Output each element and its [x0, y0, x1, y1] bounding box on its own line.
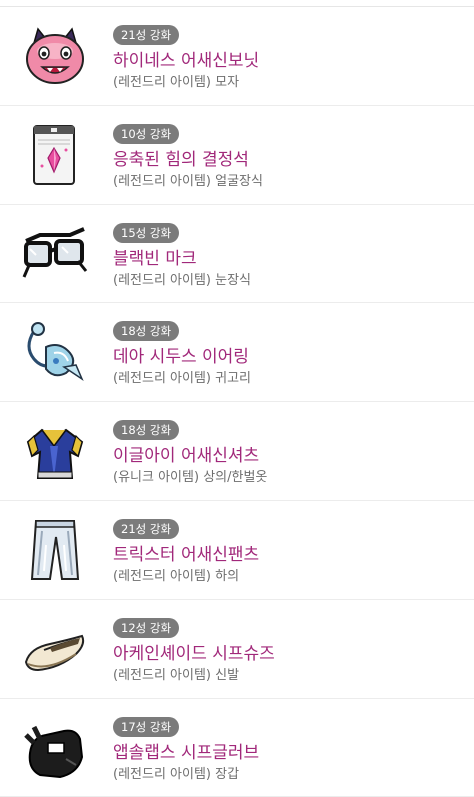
item-name[interactable]: 앱솔랩스 시프글러브 — [113, 743, 466, 763]
item-meta: (레전드리 아이템) 하의 — [113, 568, 466, 585]
item-slot: 하의 — [215, 568, 240, 584]
equipment-list: 21성 강화 하이네스 어새신보닛 (레전드리 아이템) 모자 10성 강화 응… — [0, 7, 474, 797]
enhance-badge: 17성 강화 — [113, 716, 180, 737]
item-meta: (레전드리 아이템) 얼굴장식 — [113, 173, 466, 190]
pink-slime-hat-icon — [20, 21, 90, 91]
enhance-badge: 10성 강화 — [113, 123, 180, 144]
enhance-badge: 12성 강화 — [113, 617, 180, 638]
shirt-icon — [20, 416, 90, 486]
enhance-badge: 21성 강화 — [113, 25, 180, 45]
enhance-badge: 18성 강화 — [113, 321, 180, 342]
list-item[interactable]: 21성 강화 트릭스터 어새신팬츠 (레전드리 아이템) 하의 — [0, 501, 474, 600]
list-item[interactable]: 12성 강화 아케인셰이드 시프슈즈 (레전드리 아이템) 신발 — [0, 600, 474, 699]
item-name[interactable]: 이글아이 어새신셔츠 — [113, 446, 466, 466]
item-name[interactable]: 하이네스 어새신보닛 — [113, 51, 466, 71]
item-meta: (레전드리 아이템) 모자 — [113, 74, 466, 91]
item-name[interactable]: 트릭스터 어새신팬츠 — [113, 545, 466, 565]
item-name[interactable]: 데아 시두스 이어링 — [113, 347, 466, 367]
enhance-badge: 18성 강화 — [113, 420, 180, 441]
item-meta: (레전드리 아이템) 장갑 — [113, 766, 466, 783]
item-slot: 모자 — [215, 75, 240, 90]
item-meta: (레전드리 아이템) 신발 — [113, 667, 466, 684]
crystal-card-icon — [20, 120, 90, 190]
enhance-badge: 21성 강화 — [113, 518, 180, 539]
item-slot: 얼굴장식 — [215, 173, 263, 189]
item-slot: 귀고리 — [215, 371, 252, 387]
glasses-icon — [20, 219, 90, 289]
item-slot: 장갑 — [215, 766, 240, 782]
item-grade: (레전드리 아이템) — [113, 667, 211, 683]
list-item[interactable]: 18성 강화 데아 시두스 이어링 (레전드리 아이템) 귀고리 — [0, 303, 474, 403]
item-meta: (레전드리 아이템) 눈장식 — [113, 272, 466, 289]
item-meta: (유니크 아이템) 상의/한벌옷 — [113, 469, 466, 486]
shoe-icon — [20, 614, 90, 684]
item-grade: (레전드리 아이템) — [113, 173, 211, 189]
enhance-badge: 15성 강화 — [113, 222, 180, 243]
list-item[interactable]: 15성 강화 블랙빈 마크 (레전드리 아이템) 눈장식 — [0, 205, 474, 304]
list-item[interactable]: 17성 강화 앱솔랩스 시프글러브 (레전드리 아이템) 장갑 — [0, 699, 474, 797]
item-grade: (유니크 아이템) — [113, 470, 200, 486]
earring-icon — [20, 317, 90, 387]
pants-icon — [20, 515, 90, 585]
item-grade: (레전드리 아이템) — [113, 75, 211, 90]
list-item[interactable]: 21성 강화 하이네스 어새신보닛 (레전드리 아이템) 모자 — [0, 7, 474, 106]
item-slot: 상의/한벌옷 — [203, 470, 268, 486]
item-name[interactable]: 아케인셰이드 시프슈즈 — [113, 644, 466, 664]
item-grade: (레전드리 아이템) — [113, 568, 211, 584]
item-slot: 신발 — [215, 667, 240, 683]
item-grade: (레전드리 아이템) — [113, 371, 211, 387]
item-name[interactable]: 응축된 힘의 결정석 — [113, 150, 466, 170]
item-meta: (레전드리 아이템) 귀고리 — [113, 370, 466, 387]
glove-icon — [20, 713, 90, 783]
list-item[interactable]: 18성 강화 이글아이 어새신셔츠 (유니크 아이템) 상의/한벌옷 — [0, 402, 474, 501]
item-grade: (레전드리 아이템) — [113, 272, 211, 288]
list-item[interactable]: 10성 강화 응축된 힘의 결정석 (레전드리 아이템) 얼굴장식 — [0, 106, 474, 205]
item-slot: 눈장식 — [215, 272, 252, 288]
item-grade: (레전드리 아이템) — [113, 766, 211, 782]
item-name[interactable]: 블랙빈 마크 — [113, 249, 466, 269]
